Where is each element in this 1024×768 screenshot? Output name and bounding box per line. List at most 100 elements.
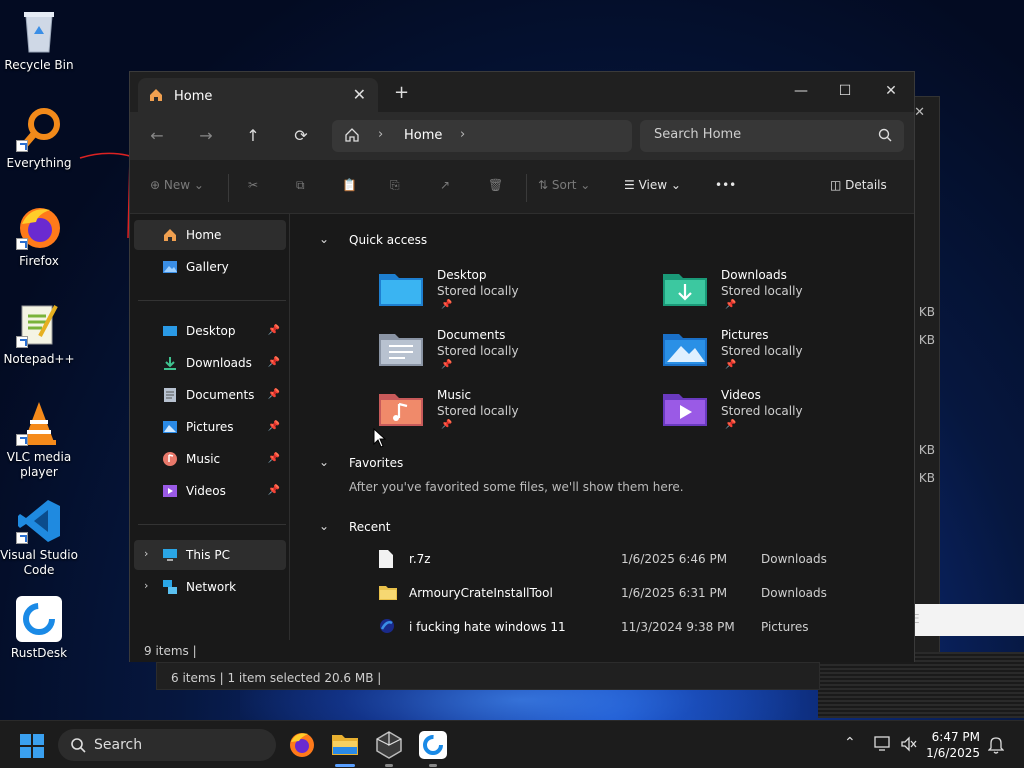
search-input[interactable]: [654, 127, 864, 142]
chevron-right-icon[interactable]: ›: [144, 579, 148, 592]
recent-file-date: 1/6/2025 6:46 PM: [621, 552, 728, 566]
background-size-cell: KB: [918, 305, 935, 319]
nav-item-desktop[interactable]: Desktop 📌: [134, 316, 286, 346]
nav-item-documents[interactable]: Documents 📌: [134, 380, 286, 410]
copy-icon[interactable]: ⧉: [296, 178, 305, 193]
search-icon: [70, 737, 86, 756]
breadcrumb-home[interactable]: Home: [404, 128, 442, 143]
pin-icon[interactable]: 📌: [268, 389, 280, 400]
quick-access-videos[interactable]: Videos Stored locally 📌: [663, 388, 903, 444]
notification-bell-icon[interactable]: [987, 736, 1005, 757]
quick-access-status: Stored locally: [437, 344, 519, 358]
table-row[interactable]: ArmouryCrateInstallTool 1/6/2025 6:31 PM…: [351, 582, 911, 604]
minimize-button[interactable]: —: [778, 78, 824, 104]
refresh-icon[interactable]: ⟳: [289, 124, 313, 148]
documents-folder-icon: [379, 330, 423, 369]
desktop-icon-recycle-bin[interactable]: Recycle Bin: [0, 8, 78, 73]
taskbar-search[interactable]: Search: [58, 729, 276, 761]
system-clock[interactable]: 6:47 PM 1/6/2025: [926, 729, 980, 761]
pin-icon[interactable]: 📌: [268, 421, 280, 432]
nav-item-label: Desktop: [186, 324, 236, 338]
sort-button[interactable]: ⇅ Sort ⌄: [538, 178, 590, 192]
chevron-right-icon[interactable]: ›: [144, 547, 148, 560]
view-button-label: View: [638, 178, 668, 192]
chevron-down-icon[interactable]: ⌄: [319, 519, 329, 533]
back-arrow-icon[interactable]: ←: [145, 124, 169, 148]
quick-access-music[interactable]: Music Stored locally 📌: [379, 388, 619, 444]
details-button[interactable]: ◫ Details: [830, 178, 887, 192]
toolbar-divider: [526, 174, 527, 202]
more-options-button[interactable]: •••: [715, 178, 736, 192]
close-button[interactable]: ✕: [868, 78, 914, 104]
windows-start-icon[interactable]: [20, 734, 44, 761]
new-tab-button[interactable]: +: [394, 82, 409, 103]
nav-item-this-pc[interactable]: › This PC: [134, 540, 286, 570]
nav-item-label: Gallery: [186, 260, 229, 274]
rename-icon[interactable]: ⎘: [390, 178, 400, 193]
firefox-icon: [16, 204, 62, 250]
pin-icon[interactable]: 📌: [268, 357, 280, 368]
volume-muted-icon[interactable]: [900, 736, 918, 755]
nav-item-home[interactable]: Home: [134, 220, 286, 250]
file-explorer-window: Home ✕ + — ☐ ✕ ← → ↑ ⟳ › Home › ⊕ New ⌄: [129, 71, 915, 662]
desktop-icon-vscode[interactable]: Visual Studio Code: [0, 498, 78, 578]
cut-icon[interactable]: ✂: [248, 178, 258, 192]
quick-access-downloads[interactable]: Downloads Stored locally 📌: [663, 268, 903, 324]
desktop-icon-vlc[interactable]: VLC media player: [0, 400, 78, 480]
toolbar-divider: [228, 174, 229, 202]
quick-access-status: Stored locally: [721, 404, 803, 418]
desktop-icon-notepad-plus-plus[interactable]: Notepad++: [0, 302, 78, 367]
taskbar-file-explorer-icon[interactable]: [329, 729, 361, 767]
up-arrow-icon[interactable]: ↑: [241, 124, 265, 148]
quick-access-documents[interactable]: Documents Stored locally 📌: [379, 328, 619, 384]
music-folder-icon: [379, 390, 423, 429]
table-row[interactable]: i fucking hate windows 11 11/3/2024 9:38…: [351, 616, 911, 638]
desktop-icon-firefox[interactable]: Firefox: [0, 204, 78, 269]
title-bar: Home ✕ + — ☐ ✕: [130, 72, 914, 112]
desktop-icon-everything[interactable]: Everything: [0, 106, 78, 171]
nav-divider: [138, 300, 286, 301]
desktop-icon-rustdesk[interactable]: RustDesk: [0, 596, 78, 661]
network-tray-icon[interactable]: [874, 736, 892, 755]
taskbar-firefox-icon[interactable]: [286, 729, 318, 761]
pin-icon[interactable]: 📌: [268, 453, 280, 464]
chevron-down-icon[interactable]: ⌄: [319, 232, 329, 246]
view-button[interactable]: ☰ View ⌄: [624, 178, 681, 192]
maximize-button[interactable]: ☐: [822, 78, 868, 104]
delete-icon[interactable]: 🗑: [488, 178, 503, 192]
pin-icon[interactable]: 📌: [268, 325, 280, 336]
nav-item-network[interactable]: › Network: [134, 572, 286, 602]
nav-item-videos[interactable]: Videos 📌: [134, 476, 286, 506]
recent-file-name: r.7z: [409, 552, 431, 566]
table-row[interactable]: r.7z 1/6/2025 6:46 PM Downloads: [351, 548, 911, 570]
chevron-down-icon[interactable]: ⌄: [319, 455, 329, 469]
recent-file-location: Downloads: [761, 586, 827, 600]
quick-access-desktop[interactable]: Desktop Stored locally 📌: [379, 268, 619, 324]
search-box[interactable]: [640, 120, 904, 152]
paste-icon[interactable]: 📋: [342, 178, 357, 192]
tab-home[interactable]: Home ✕: [138, 78, 378, 112]
chevron-up-icon[interactable]: ⌃: [844, 735, 856, 751]
quick-access-pictures[interactable]: Pictures Stored locally 📌: [663, 328, 903, 384]
nav-item-music[interactable]: Music 📌: [134, 444, 286, 474]
pin-icon[interactable]: 📌: [268, 485, 280, 496]
clock-time: 6:47 PM: [931, 730, 980, 744]
forward-arrow-icon[interactable]: →: [194, 124, 218, 148]
nav-item-label: Music: [186, 452, 221, 466]
nav-item-downloads[interactable]: Downloads 📌: [134, 348, 286, 378]
taskbar-app-cube-icon[interactable]: [373, 729, 405, 767]
monitor-icon: [162, 547, 178, 566]
share-icon[interactable]: ↗: [440, 178, 450, 192]
tab-close-icon[interactable]: ✕: [353, 85, 366, 104]
recent-file-name: ArmouryCrateInstallTool: [409, 586, 553, 600]
navigation-bar: ← → ↑ ⟳ › Home ›: [130, 112, 914, 160]
taskbar-rustdesk-icon[interactable]: [417, 729, 449, 767]
rustdesk-icon: [16, 596, 62, 642]
shortcut-arrow-icon: [16, 336, 28, 348]
address-bar[interactable]: › Home ›: [332, 120, 632, 152]
new-button[interactable]: ⊕ New ⌄: [150, 178, 204, 192]
chevron-right-icon[interactable]: ›: [460, 127, 465, 142]
download-arrow-icon: [162, 355, 178, 374]
nav-item-gallery[interactable]: Gallery: [134, 252, 286, 282]
nav-item-pictures[interactable]: Pictures 📌: [134, 412, 286, 442]
